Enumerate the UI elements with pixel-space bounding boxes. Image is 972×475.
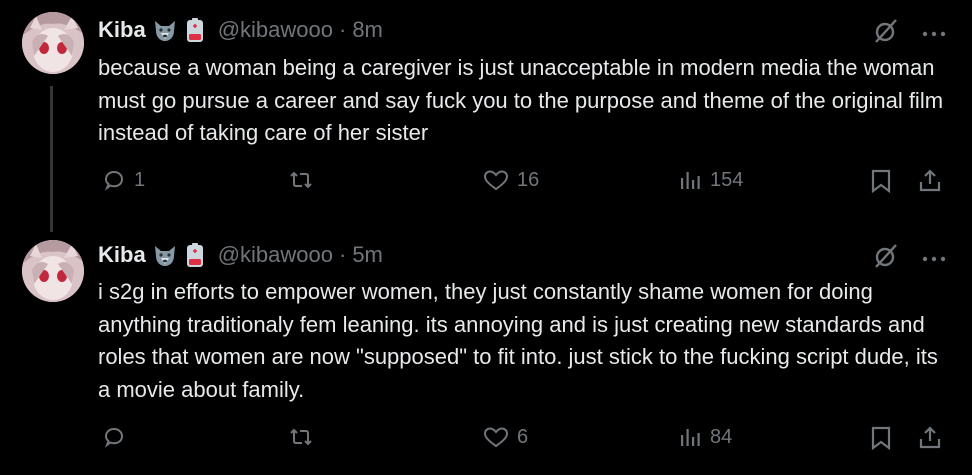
tweet-actions: 1 16 154 xyxy=(98,168,948,198)
timestamp[interactable]: 5m xyxy=(352,242,383,268)
tweet-header: Kiba @kibawooo · 5m xyxy=(98,240,383,270)
bookmark-button[interactable] xyxy=(870,168,892,194)
views-button[interactable]: 84 xyxy=(678,425,732,449)
like-count: 6 xyxy=(517,425,529,448)
views-icon xyxy=(678,425,702,449)
retweet-icon xyxy=(288,168,314,192)
thread-line xyxy=(50,86,53,232)
like-button[interactable]: 6 xyxy=(483,425,528,449)
tweet[interactable]: Kiba @kibawooo · 8m because a woman bein… xyxy=(0,0,972,237)
views-button[interactable]: 154 xyxy=(678,168,743,192)
separator-dot: · xyxy=(338,17,347,42)
like-button[interactable]: 16 xyxy=(483,168,539,192)
bookmark-button[interactable] xyxy=(870,425,892,451)
avatar[interactable] xyxy=(22,240,84,302)
tweet[interactable]: Kiba @kibawooo · 5m i s2g in efforts to … xyxy=(0,237,972,475)
share-button[interactable] xyxy=(918,425,942,451)
separator-dot: · xyxy=(338,242,347,267)
more-icon[interactable] xyxy=(922,25,946,43)
grok-icon[interactable] xyxy=(872,242,900,275)
reply-icon xyxy=(102,425,126,449)
display-name[interactable]: Kiba xyxy=(98,242,146,268)
views-count: 154 xyxy=(710,168,744,191)
share-icon xyxy=(918,168,942,194)
timestamp[interactable]: 8m xyxy=(352,17,383,43)
tweet-actions: 6 84 xyxy=(98,425,948,455)
views-count: 84 xyxy=(710,425,733,448)
wolf-emoji-icon xyxy=(152,17,178,43)
views-icon xyxy=(678,168,702,192)
tweet-text: because a woman being a caregiver is jus… xyxy=(98,55,944,145)
avatar[interactable] xyxy=(22,12,84,74)
retweet-icon xyxy=(288,425,314,449)
share-button[interactable] xyxy=(918,168,942,194)
like-count: 16 xyxy=(517,168,540,191)
bookmark-icon xyxy=(870,425,892,451)
reply-icon xyxy=(102,168,126,192)
wolf-emoji-icon xyxy=(152,242,178,268)
share-icon xyxy=(918,425,942,451)
grok-icon[interactable] xyxy=(872,17,900,50)
tweet-header: Kiba @kibawooo · 8m xyxy=(98,15,383,45)
reply-button[interactable]: 1 xyxy=(102,168,145,192)
like-icon xyxy=(483,425,509,449)
more-icon[interactable] xyxy=(922,250,946,268)
battery-emoji-icon xyxy=(182,17,208,43)
reply-button[interactable] xyxy=(102,425,134,449)
retweet-button[interactable] xyxy=(288,168,314,192)
bookmark-icon xyxy=(870,168,892,194)
like-icon xyxy=(483,168,509,192)
display-name[interactable]: Kiba xyxy=(98,17,146,43)
battery-emoji-icon xyxy=(182,242,208,268)
tweet-text: i s2g in efforts to empower women, they … xyxy=(98,279,938,402)
reply-count: 1 xyxy=(134,168,146,191)
user-handle[interactable]: @kibawooo xyxy=(218,242,333,268)
retweet-button[interactable] xyxy=(288,425,314,449)
user-handle[interactable]: @kibawooo xyxy=(218,17,333,43)
